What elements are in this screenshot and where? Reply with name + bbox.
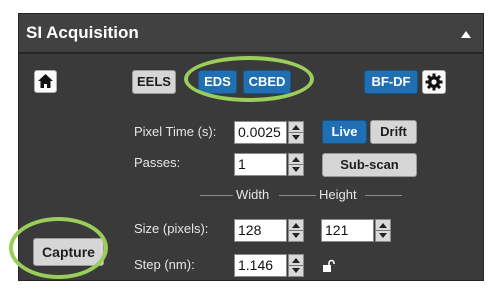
passes-stepper[interactable] <box>288 153 304 176</box>
width-header: Width <box>236 187 270 202</box>
size-height-input[interactable]: 121 <box>321 219 374 242</box>
collapse-arrow-icon[interactable] <box>461 31 471 38</box>
spin-up-icon[interactable] <box>292 157 300 162</box>
spin-down-icon[interactable] <box>292 268 300 273</box>
spin-down-icon[interactable] <box>379 233 387 238</box>
spin-up-icon[interactable] <box>379 223 387 228</box>
spin-down-icon[interactable] <box>292 167 300 172</box>
spin-down-icon[interactable] <box>292 135 300 140</box>
drift-button[interactable]: Drift <box>370 120 417 144</box>
settings-button[interactable] <box>422 70 446 94</box>
passes-label: Passes: <box>134 155 181 170</box>
step-input[interactable]: 1.146 <box>234 254 287 277</box>
separator-line <box>365 195 402 196</box>
passes-input[interactable]: 1 <box>234 153 287 176</box>
spin-down-icon[interactable] <box>292 233 300 238</box>
unlock-icon[interactable] <box>321 259 335 273</box>
spin-up-icon[interactable] <box>292 258 300 263</box>
size-width-stepper[interactable] <box>288 219 304 242</box>
separator-line <box>279 195 316 196</box>
spin-up-icon[interactable] <box>292 125 300 130</box>
height-header: Height <box>319 187 357 202</box>
pixel-time-input[interactable]: 0.0025 <box>234 121 287 144</box>
size-height-stepper[interactable] <box>375 219 391 242</box>
si-acquisition-panel: SI Acquisition EELS EDS CBED BF-DF Pixel… <box>18 13 484 281</box>
size-label: Size (pixels): <box>134 221 209 236</box>
home-button[interactable] <box>34 70 57 93</box>
gear-icon <box>425 73 443 91</box>
panel-title: SI Acquisition <box>26 23 139 42</box>
size-width-input[interactable]: 128 <box>234 219 287 242</box>
eels-button[interactable]: EELS <box>132 70 176 94</box>
spin-up-icon[interactable] <box>292 223 300 228</box>
home-icon <box>38 74 53 88</box>
capture-button[interactable]: Capture <box>33 238 104 266</box>
cbed-button[interactable]: CBED <box>243 70 291 94</box>
step-label: Step (nm): <box>134 257 195 272</box>
bf-df-button[interactable]: BF-DF <box>364 70 418 94</box>
sub-scan-button[interactable]: Sub-scan <box>322 153 417 177</box>
pixel-time-stepper[interactable] <box>288 121 304 144</box>
step-stepper[interactable] <box>288 254 304 277</box>
panel-titlebar[interactable]: SI Acquisition <box>19 14 483 54</box>
separator-line <box>200 195 233 196</box>
pixel-time-label: Pixel Time (s): <box>134 124 217 139</box>
eds-button[interactable]: EDS <box>198 70 237 94</box>
live-button[interactable]: Live <box>322 120 367 144</box>
